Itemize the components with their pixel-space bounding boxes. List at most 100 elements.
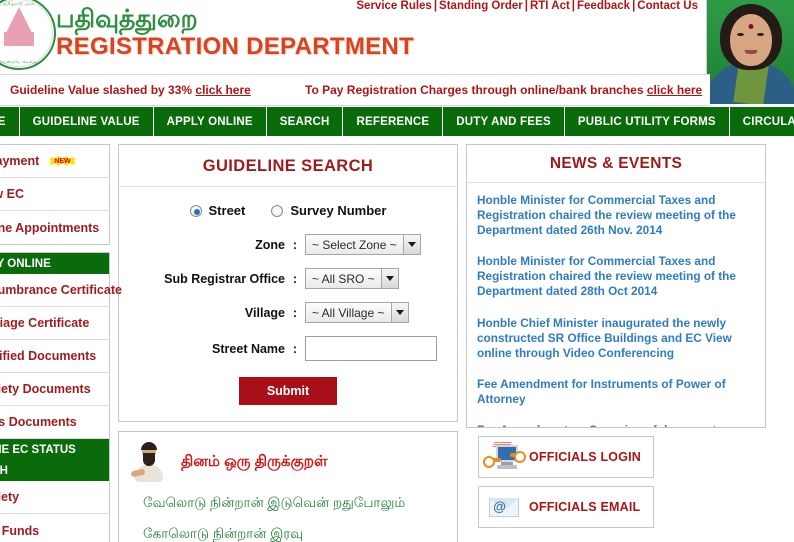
village-colon: : (292, 305, 298, 320)
village-label: Village (244, 305, 285, 320)
notice-right-text: To Pay Registration Charges through onli… (305, 83, 647, 97)
news-item[interactable]: Fee Amendment for Instruments of Power o… (477, 377, 755, 407)
link-separator: | (524, 0, 528, 12)
notice-left-text: Guideline Value slashed by 33% (10, 83, 196, 97)
officials-login-button[interactable]: OFFICIALS LOGIN (478, 436, 654, 478)
right-column: NEWS & EVENTS Honble Minister for Commer… (466, 144, 766, 540)
new-badge-icon: NEW (49, 155, 76, 167)
chevron-down-icon[interactable] (402, 235, 420, 254)
village-select-value: ~ All Village ~ (312, 305, 385, 320)
nav-item-reference[interactable]: REFERENCE (343, 107, 444, 136)
top-link-service-rules[interactable]: Service Rules (356, 0, 431, 12)
sidebar-item-society-documents[interactable]: ociety Documents (0, 373, 109, 406)
thirukkural-line-1: வேலொடு நின்றான் இடுவென் றதுபோலும் (143, 495, 406, 510)
sidebar-item-online-appointments[interactable]: nline Appointments (0, 211, 109, 244)
nav-item-home[interactable]: ME (0, 107, 20, 136)
top-link-standing-order[interactable]: Standing Order (439, 0, 523, 12)
nav-item-apply-online[interactable]: APPLY ONLINE (154, 107, 267, 136)
notice-guideline-value: Guideline Value slashed by 33% click her… (10, 83, 251, 97)
sro-select[interactable]: ~ All SRO ~ (305, 268, 399, 289)
radio-option-street[interactable]: Street (189, 203, 245, 218)
chevron-down-icon[interactable] (390, 303, 408, 322)
nav-item-circulars[interactable]: CIRCULARS (730, 107, 794, 136)
site-header: தமிழ்நாடு அரசு வாய்மையே வெல்லும் பதிவுத்… (0, 0, 794, 104)
nav-item-public-utility-forms[interactable]: PUBLIC UTILITY FORMS (565, 107, 730, 136)
street-name-label: Street Name (212, 341, 285, 356)
chevron-down-icon[interactable] (380, 269, 398, 288)
radio-street-dot[interactable] (189, 204, 202, 217)
notice-registration-charges: To Pay Registration Charges through onli… (305, 83, 702, 97)
sidebar-item-label: -Payment (0, 154, 40, 168)
sidebar-item-chit-funds[interactable]: hit Funds (0, 514, 109, 542)
news-item[interactable]: Honble Minister for Commercial Taxes and… (477, 193, 755, 238)
thirukkural-line-2: கோலொடு நின்றான் இரவு (143, 526, 304, 541)
radio-option-survey-number[interactable]: Survey Number (271, 203, 386, 218)
news-item[interactable]: Honble Minister for Commercial Taxes and… (477, 254, 755, 299)
sidebar-header-online-ec-status[interactable]: LINE EC STATUS (0, 439, 109, 460)
field-row-village: Village : ~ All Village ~ (133, 302, 443, 323)
top-link-rti-act[interactable]: RTI Act (530, 0, 570, 12)
search-type-radio-group: Street Survey Number (133, 203, 443, 218)
top-link-feedback[interactable]: Feedback (577, 0, 630, 12)
chief-minister-photo (706, 0, 794, 104)
notice-right-link[interactable]: click here (647, 83, 702, 97)
sidebar-header-search[interactable]: RCH (0, 460, 109, 481)
top-link-contact-us[interactable]: Contact Us (637, 0, 698, 12)
guideline-search-title: GUIDELINE SEARCH (119, 145, 457, 187)
sidebar-item-certified-documents[interactable]: ertified Documents (0, 340, 109, 373)
sidebar-item-society[interactable]: ociety (0, 481, 109, 514)
site-title-english: REGISTRATION DEPARTMENT (56, 33, 415, 61)
street-name-input[interactable] (305, 336, 437, 361)
sro-colon: : (292, 271, 298, 286)
nav-item-guideline-value[interactable]: GUIDELINE VALUE (20, 107, 154, 136)
sro-label: Sub Registrar Office (164, 271, 285, 286)
field-row-zone: Zone : ~ Select Zone ~ (133, 234, 443, 255)
emblem-bottom-text: வாய்மையே வெல்லும் (0, 59, 42, 64)
submit-button[interactable]: Submit (238, 377, 338, 405)
sidebar-header-apply-online[interactable]: PLY ONLINE (0, 253, 109, 274)
thirukkural-title: தினம் ஒரு திருக்குறள் (181, 452, 328, 470)
news-item[interactable]: Honble Chief Minister inaugurated the ne… (477, 316, 755, 361)
link-separator: | (433, 0, 438, 12)
nav-item-duty-and-fees[interactable]: DUTY AND FEES (443, 107, 565, 136)
thirukkural-panel: தினம் ஒரு திருக்குறள் வேலொடு நின்றான் இட… (118, 431, 458, 542)
thirukkural-header: தினம் ஒரு திருக்குறள் (130, 442, 445, 482)
main-navigation: ME GUIDELINE VALUE APPLY ONLINE SEARCH R… (0, 106, 794, 136)
street-name-colon: : (292, 341, 298, 356)
officials-email-label: OFFICIALS EMAIL (529, 500, 641, 514)
officials-email-button[interactable]: @ OFFICIALS EMAIL (478, 486, 654, 528)
sidebar-item-view-ec[interactable]: iew EC (0, 178, 109, 211)
news-events-title: NEWS & EVENTS (467, 145, 765, 183)
sidebar-item-epayment[interactable]: -Payment NEW (0, 145, 109, 178)
zone-select-value: ~ Select Zone ~ (312, 237, 397, 252)
notice-left-link[interactable]: click here (195, 83, 250, 97)
sidebar-item-label: nline Appointments (0, 220, 100, 235)
field-row-street-name: Street Name : (133, 336, 443, 361)
radio-survey-dot[interactable] (271, 204, 284, 217)
sidebar-item-label: iew EC (0, 187, 24, 201)
sidebar-item-marriage-certificate[interactable]: arriage Certificate (0, 307, 109, 340)
notice-marquee-bar: Guideline Value slashed by 33% click her… (0, 74, 710, 106)
news-list: Honble Minister for Commercial Taxes and… (467, 183, 765, 427)
radio-survey-label: Survey Number (290, 203, 387, 218)
sidebar-item-chits-documents[interactable]: hits Documents (0, 406, 109, 439)
zone-select[interactable]: ~ Select Zone ~ (305, 234, 421, 255)
officials-login-label: OFFICIALS LOGIN (529, 450, 642, 464)
page-root: தமிழ்நாடு அரசு வாய்மையே வெல்லும் பதிவுத்… (0, 0, 794, 542)
submit-row: Submit (133, 377, 443, 405)
computer-key-icon (483, 442, 526, 472)
tamilnadu-emblem-icon: தமிழ்நாடு அரசு வாய்மையே வெல்லும் (0, 0, 56, 70)
field-row-sro: Sub Registrar Office : ~ All SRO ~ (133, 268, 443, 289)
top-utility-links: Service Rules | Standing Order | RTI Act | Fee… (356, 0, 698, 12)
zone-colon: : (292, 237, 298, 252)
guideline-search-form: Street Survey Number Zone : ~ Select Zon… (119, 187, 457, 421)
sidebar-item-encumbrance-certificate[interactable]: ncumbrance Certificate (0, 274, 122, 307)
news-events-panel: NEWS & EVENTS Honble Minister for Commer… (466, 144, 766, 428)
nav-item-search[interactable]: SEARCH (267, 107, 344, 136)
news-item[interactable]: Fee Amendment on Scanning of documents o… (477, 423, 755, 427)
guideline-search-panel: GUIDELINE SEARCH Street Survey Number Zo… (118, 144, 458, 422)
left-sidebar: -Payment NEW iew EC nline Appointments P… (0, 144, 122, 542)
zone-label: Zone (255, 237, 285, 252)
site-titles: பதிவுத்துறை REGISTRATION DEPARTMENT (56, 6, 414, 61)
village-select[interactable]: ~ All Village ~ (305, 302, 409, 323)
